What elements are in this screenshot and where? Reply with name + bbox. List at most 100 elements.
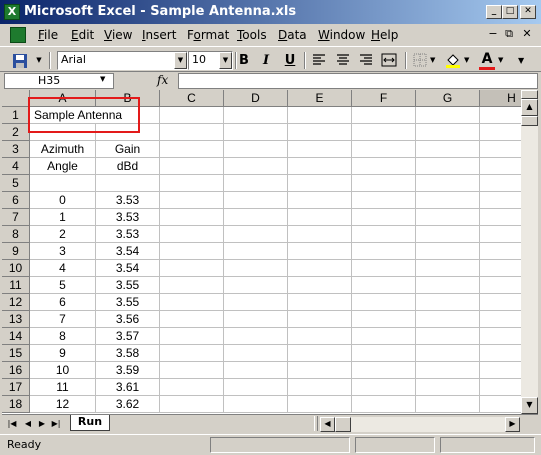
- cell[interactable]: [224, 277, 288, 294]
- cell[interactable]: [416, 260, 480, 277]
- cell[interactable]: [416, 345, 480, 362]
- cell[interactable]: [224, 311, 288, 328]
- cell[interactable]: [160, 294, 224, 311]
- insert-function-icon[interactable]: fx: [157, 73, 168, 87]
- cell[interactable]: [416, 243, 480, 260]
- cell[interactable]: [480, 158, 521, 175]
- scroll-thumb[interactable]: [521, 116, 538, 126]
- cell[interactable]: [416, 226, 480, 243]
- cell[interactable]: [288, 396, 352, 413]
- excel-icon[interactable]: X: [4, 4, 20, 20]
- cell[interactable]: [352, 277, 416, 294]
- borders-icon[interactable]: [410, 51, 430, 70]
- cell[interactable]: [352, 141, 416, 158]
- cell[interactable]: [160, 328, 224, 345]
- cell[interactable]: [416, 311, 480, 328]
- cell[interactable]: [288, 141, 352, 158]
- cell[interactable]: [480, 141, 521, 158]
- prev-sheet-icon[interactable]: ◀: [22, 417, 34, 430]
- cell-b[interactable]: 3.53: [96, 226, 160, 243]
- doc-close-button[interactable]: ✕: [520, 27, 534, 41]
- cell[interactable]: [288, 209, 352, 226]
- select-all-corner[interactable]: [2, 90, 30, 107]
- last-sheet-icon[interactable]: ▶|: [50, 417, 62, 430]
- cell-a[interactable]: Angle: [30, 158, 96, 175]
- cell[interactable]: [288, 158, 352, 175]
- row-header[interactable]: 6: [2, 192, 30, 209]
- cell-a[interactable]: [30, 175, 96, 192]
- cell[interactable]: [480, 294, 521, 311]
- cell-b[interactable]: 3.62: [96, 396, 160, 413]
- tab-split-handle[interactable]: [314, 416, 318, 431]
- cell[interactable]: [224, 124, 288, 141]
- row-header[interactable]: 12: [2, 294, 30, 311]
- cell-a[interactable]: 12: [30, 396, 96, 413]
- toolbar-options-icon[interactable]: ▼: [518, 51, 530, 70]
- row-header[interactable]: 5: [2, 175, 30, 192]
- underline-button[interactable]: U: [280, 51, 300, 70]
- cell[interactable]: [224, 158, 288, 175]
- row-header[interactable]: 10: [2, 260, 30, 277]
- cell-b[interactable]: 3.55: [96, 294, 160, 311]
- scroll-right-button[interactable]: ▶: [505, 417, 520, 432]
- cell[interactable]: [480, 362, 521, 379]
- cell[interactable]: [160, 192, 224, 209]
- cell[interactable]: [416, 362, 480, 379]
- maximize-button[interactable]: □: [502, 5, 518, 19]
- cell[interactable]: [160, 158, 224, 175]
- cell[interactable]: [288, 277, 352, 294]
- cell[interactable]: [352, 294, 416, 311]
- scroll-up-button[interactable]: ▲: [521, 99, 538, 116]
- cell-b[interactable]: 3.59: [96, 362, 160, 379]
- cell[interactable]: [416, 107, 480, 124]
- chevron-down-icon[interactable]: ▼: [430, 51, 438, 70]
- cell[interactable]: [352, 328, 416, 345]
- vertical-scrollbar[interactable]: ▲ ▼: [521, 90, 538, 414]
- cell[interactable]: [160, 243, 224, 260]
- next-sheet-icon[interactable]: ▶: [36, 417, 48, 430]
- row-header[interactable]: 13: [2, 311, 30, 328]
- cell[interactable]: [288, 192, 352, 209]
- close-button[interactable]: ✕: [520, 5, 536, 19]
- cell[interactable]: [480, 107, 521, 124]
- row-header[interactable]: 7: [2, 209, 30, 226]
- menu-insert[interactable]: Insert: [142, 28, 176, 42]
- cell[interactable]: [416, 294, 480, 311]
- cell-b[interactable]: Gain: [96, 141, 160, 158]
- cell[interactable]: [224, 294, 288, 311]
- cell[interactable]: [480, 311, 521, 328]
- cell[interactable]: [224, 362, 288, 379]
- row-header[interactable]: 18: [2, 396, 30, 413]
- cell[interactable]: [480, 379, 521, 396]
- cell[interactable]: [352, 260, 416, 277]
- italic-button[interactable]: I: [256, 51, 276, 70]
- menu-tools[interactable]: Tools: [237, 28, 267, 42]
- cell[interactable]: [416, 396, 480, 413]
- cell-a[interactable]: 10: [30, 362, 96, 379]
- doc-minimize-button[interactable]: −: [486, 27, 500, 41]
- cell[interactable]: [288, 294, 352, 311]
- cell[interactable]: [288, 124, 352, 141]
- align-left-icon[interactable]: [309, 51, 329, 70]
- cell[interactable]: [160, 209, 224, 226]
- chevron-down-icon[interactable]: ▼: [219, 52, 232, 69]
- cell[interactable]: [288, 175, 352, 192]
- cell[interactable]: [160, 175, 224, 192]
- column-header-c[interactable]: C: [160, 90, 224, 107]
- cell-b[interactable]: 3.55: [96, 277, 160, 294]
- save-icon[interactable]: [10, 51, 30, 70]
- row-header[interactable]: 17: [2, 379, 30, 396]
- row-header[interactable]: 16: [2, 362, 30, 379]
- row-header[interactable]: 2: [2, 124, 30, 141]
- cell[interactable]: [224, 328, 288, 345]
- cell[interactable]: [288, 311, 352, 328]
- cell[interactable]: [224, 175, 288, 192]
- column-header-g[interactable]: G: [416, 90, 480, 107]
- cell-a[interactable]: 2: [30, 226, 96, 243]
- cell[interactable]: [224, 209, 288, 226]
- cell[interactable]: [416, 124, 480, 141]
- name-box[interactable]: H35: [4, 73, 114, 89]
- cell[interactable]: [416, 277, 480, 294]
- doc-restore-button[interactable]: ⧉: [502, 27, 516, 41]
- cell[interactable]: [352, 311, 416, 328]
